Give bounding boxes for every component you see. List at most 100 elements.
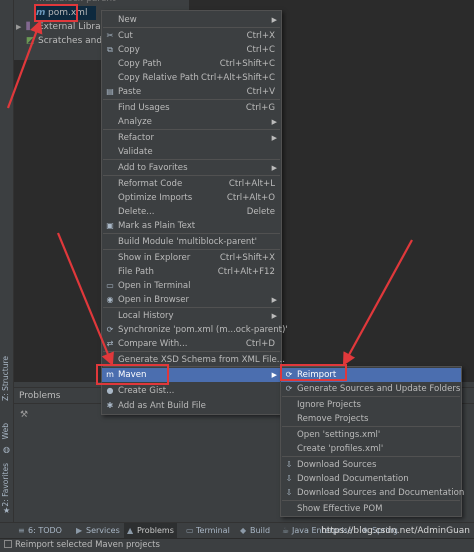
menu-item-copy[interactable]: ⧉ Copy Ctrl+C — [102, 43, 281, 57]
add-as-ant-build-file-icon: ✱ — [106, 401, 114, 410]
menu-item-download-documentation[interactable]: ⇩ Download Documentation — [281, 472, 461, 486]
star-icon: ★ — [3, 506, 11, 515]
scratches-icon: ◩ — [26, 36, 35, 46]
menu-item-ignore-projects[interactable]: Ignore Projects — [281, 398, 461, 412]
menu-item-compare-with[interactable]: ⇄ Compare With... Ctrl+D — [102, 337, 281, 351]
menu-separator — [282, 456, 460, 457]
menu-item-copy-relative-path[interactable]: Copy Relative Path Ctrl+Alt+Shift+C — [102, 71, 281, 85]
menu-item-validate[interactable]: Validate — [102, 145, 281, 159]
menu-item-delete[interactable]: Delete... Delete — [102, 205, 281, 219]
menu-item-label: Show in Explorer — [118, 253, 191, 263]
menu-separator — [103, 233, 280, 234]
structure-tab[interactable]: Z: Structure — [1, 356, 10, 401]
problems-icon: ▲ — [127, 526, 134, 535]
status-text: Reimport selected Maven projects — [15, 540, 160, 550]
menu-item-find-usages[interactable]: Find Usages Ctrl+G — [102, 101, 281, 115]
expand-arrow-icon[interactable]: ▶ — [16, 20, 26, 34]
bottom-tool-bar: ≡ 6: TODO ▶ Services ▲ Problems ▭ Terminal ◆… — [0, 522, 474, 539]
menu-item-label: Copy — [118, 45, 140, 55]
menu-item-label: Analyze — [118, 117, 152, 127]
menu-item-new[interactable]: New ▶ — [102, 13, 281, 27]
menu-item-label: Copy Path — [118, 59, 162, 69]
favorites-tab[interactable]: 2: Favorites — [1, 463, 10, 507]
menu-item-label: Refactor — [118, 133, 155, 143]
wrench-icon[interactable]: ⚒ — [20, 410, 28, 420]
menu-item-label: Local History — [118, 311, 174, 321]
menu-item-add-as-ant-build-file[interactable]: ✱ Add as Ant Build File — [102, 399, 281, 413]
submenu-arrow-icon: ▶ — [271, 296, 277, 304]
open-in-browser-icon: ◉ — [106, 295, 114, 304]
menu-item-open-settings-xml[interactable]: Open 'settings.xml' — [281, 428, 461, 442]
menu-item-open-in-terminal[interactable]: ▭ Open in Terminal — [102, 279, 281, 293]
menu-item-create-profiles-xml[interactable]: Create 'profiles.xml' — [281, 442, 461, 456]
menu-separator — [103, 351, 280, 352]
tab-problems[interactable]: ▲ Problems — [124, 523, 177, 539]
menu-item-show-effective-pom[interactable]: Show Effective POM — [281, 502, 461, 516]
menu-item-open-in-browser[interactable]: ◉ Open in Browser ▶ — [102, 293, 281, 307]
status-window-icon[interactable] — [4, 540, 12, 548]
menu-item-create-gist[interactable]: ● Create Gist... — [102, 384, 281, 398]
menu-item-label: Ignore Projects — [297, 400, 361, 410]
menu-item-download-sources[interactable]: ⇩ Download Sources — [281, 458, 461, 472]
menu-item-download-sources-and-documentation[interactable]: ⇩ Download Sources and Documentation — [281, 486, 465, 500]
open-in-terminal-icon: ▭ — [106, 281, 114, 290]
menu-item-add-to-favorites[interactable]: Add to Favorites ▶ — [102, 161, 281, 175]
menu-item-local-history[interactable]: Local History ▶ — [102, 309, 281, 323]
menu-item-build-module-multiblock-parent[interactable]: Build Module 'multiblock-parent' — [102, 235, 281, 249]
download-sources-and-documentation-icon: ⇩ — [285, 488, 293, 497]
menu-item-label: Find Usages — [118, 103, 170, 113]
menu-item-optimize-imports[interactable]: Optimize Imports Ctrl+Alt+O — [102, 191, 281, 205]
menu-item-label: Synchronize 'pom.xml (m...ock-parent)' — [118, 325, 288, 335]
left-tool-strip: Z: Structure Web ◍ 2: Favorites ★ — [0, 0, 14, 522]
menu-item-remove-projects[interactable]: Remove Projects — [281, 412, 461, 426]
menu-item-reformat-code[interactable]: Reformat Code Ctrl+Alt+L — [102, 177, 281, 191]
menu-item-mark-as-plain-text[interactable]: ▣ Mark as Plain Text — [102, 219, 281, 233]
menu-item-label: Open in Browser — [118, 295, 190, 305]
menu-item-label: Add as Ant Build File — [118, 401, 206, 411]
menu-item-label: Mark as Plain Text — [118, 221, 196, 231]
web-icon: ◍ — [3, 445, 10, 454]
cut-icon: ✂ — [106, 31, 114, 40]
menu-item-shortcut: Ctrl+D — [245, 339, 275, 349]
web-tab[interactable]: Web — [1, 423, 10, 439]
menu-item-synchronize-pom-xml-m-ock-parent[interactable]: ⟳ Synchronize 'pom.xml (m...ock-parent)' — [102, 323, 288, 337]
tab-build[interactable]: ◆ Build — [240, 523, 270, 539]
menu-item-shortcut: Ctrl+Shift+C — [219, 59, 275, 69]
submenu-arrow-icon: ▶ — [271, 134, 277, 142]
download-documentation-icon: ⇩ — [285, 474, 293, 483]
menu-item-generate-sources-and-update-folders[interactable]: ⟳ Generate Sources and Update Folders — [281, 382, 461, 396]
menu-item-analyze[interactable]: Analyze ▶ — [102, 115, 281, 129]
mark-as-plain-text-icon: ▣ — [106, 221, 114, 230]
paste-icon: ▤ — [106, 87, 114, 96]
menu-item-file-path[interactable]: File Path Ctrl+Alt+F12 — [102, 265, 281, 279]
menu-item-label: Open in Terminal — [118, 281, 191, 291]
menu-item-copy-path[interactable]: Copy Path Ctrl+Shift+C — [102, 57, 281, 71]
submenu-arrow-icon: ▶ — [271, 118, 277, 126]
menu-item-paste[interactable]: ▤ Paste Ctrl+V — [102, 85, 281, 99]
menu-item-label: Download Sources and Documentation — [297, 488, 465, 498]
generate-sources-and-update-folders-icon: ⟳ — [285, 384, 293, 393]
menu-item-shortcut: Ctrl+Alt+Shift+C — [200, 73, 275, 83]
submenu-arrow-icon: ▶ — [271, 16, 277, 24]
menu-item-label: File Path — [118, 267, 154, 277]
highlight-pom — [34, 4, 78, 22]
menu-item-shortcut: Delete — [246, 207, 275, 217]
menu-item-label: Validate — [118, 147, 153, 157]
menu-separator — [103, 175, 280, 176]
menu-item-label: Copy Relative Path — [118, 73, 199, 83]
menu-item-cut[interactable]: ✂ Cut Ctrl+X — [102, 29, 281, 43]
tab-services[interactable]: ▶ Services — [76, 523, 120, 539]
menu-separator — [282, 426, 460, 427]
menu-separator — [103, 129, 280, 130]
menu-item-label: Show Effective POM — [297, 504, 383, 514]
java-icon: ☕ — [282, 526, 290, 535]
menu-separator — [103, 249, 280, 250]
menu-item-label: Download Sources — [297, 460, 377, 470]
menu-item-show-in-explorer[interactable]: Show in Explorer Ctrl+Shift+X — [102, 251, 281, 265]
maven-submenu: ⟳ Reimport ⟳ Generate Sources and Update Fo… — [280, 366, 465, 517]
tab-terminal[interactable]: ▭ Terminal — [186, 523, 230, 539]
build-icon: ◆ — [240, 526, 247, 535]
tab-todo[interactable]: ≡ 6: TODO — [18, 523, 62, 539]
menu-item-refactor[interactable]: Refactor ▶ — [102, 131, 281, 145]
menu-item-label: Generate Sources and Update Folders — [297, 384, 461, 394]
